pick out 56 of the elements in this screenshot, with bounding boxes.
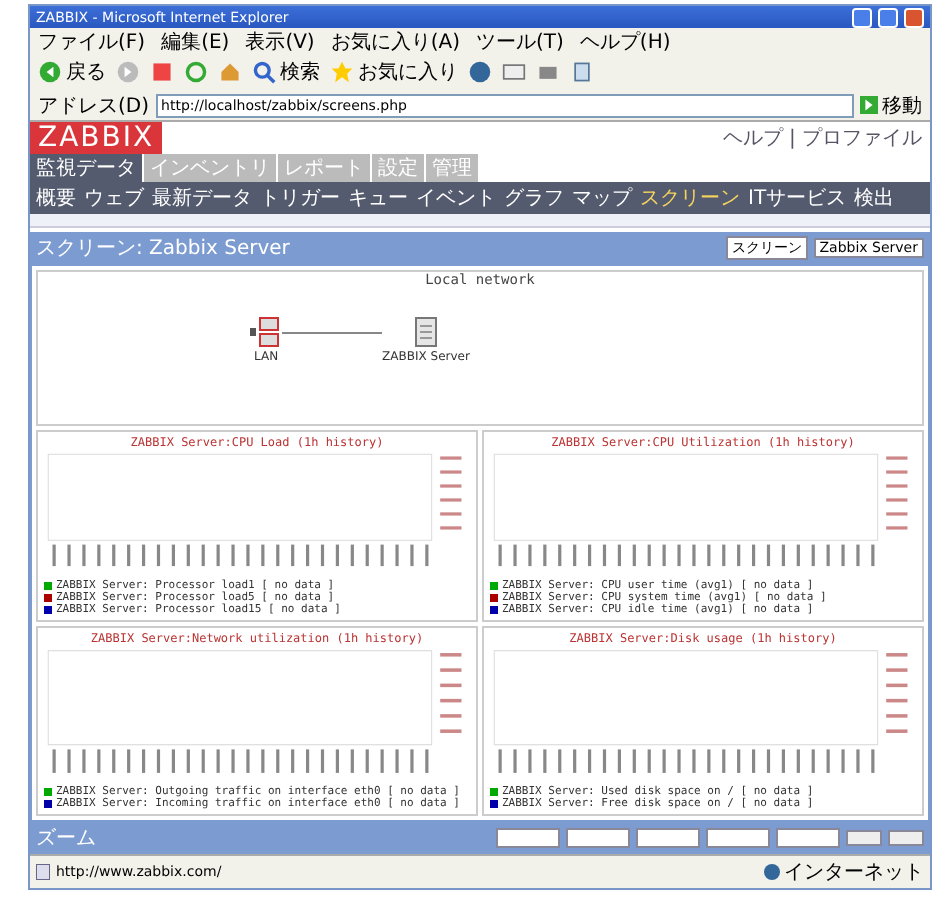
link-line [282, 331, 383, 333]
menu-item[interactable]: 編集(E) [161, 27, 230, 55]
screen-title: スクリーン: Zabbix Server [36, 236, 292, 262]
toolbar-button[interactable]: 検索 [252, 58, 320, 86]
edit-icon [570, 60, 594, 84]
nav-button[interactable] [846, 830, 882, 846]
toolbar-button[interactable] [184, 60, 208, 84]
select-field[interactable] [706, 828, 770, 848]
toolbar-button[interactable]: お気に入り [330, 58, 458, 86]
menu-item[interactable]: ヘルプ(H) [579, 27, 671, 55]
security-zone: インターネット [764, 858, 924, 886]
switch-icon [250, 316, 283, 348]
nav-button[interactable] [888, 830, 924, 846]
menu-tab[interactable]: 監視データ [30, 154, 142, 182]
maximize-button[interactable] [878, 7, 898, 27]
stop-icon [150, 60, 174, 84]
refresh-icon [184, 60, 208, 84]
home-icon [218, 60, 242, 84]
menu-item[interactable]: 表示(V) [245, 27, 315, 55]
submenu-item[interactable]: 最新データ [150, 184, 254, 212]
toolbar-button[interactable] [570, 60, 594, 84]
menu-item[interactable]: ツール(T) [476, 27, 564, 55]
toolbar-button[interactable] [150, 60, 174, 84]
submenu-item[interactable]: グラフ [502, 184, 566, 212]
address-label: アドレス(D) [38, 93, 150, 119]
zoom-label: ズーム [36, 826, 98, 852]
toolbar-button[interactable]: 戻る [38, 58, 106, 86]
go-button[interactable]: 移動 [860, 91, 922, 119]
submenu-item[interactable]: ITサービス [746, 184, 849, 212]
select-field[interactable] [496, 828, 560, 848]
submenu-item[interactable]: スクリーン [638, 184, 742, 212]
toolbar-button[interactable] [502, 60, 526, 84]
submenu-item[interactable]: キュー [346, 184, 410, 212]
back-icon [38, 60, 62, 84]
minimize-button[interactable] [852, 7, 872, 27]
select-field[interactable] [566, 828, 630, 848]
mail-icon [502, 60, 526, 84]
forward-icon [116, 60, 140, 84]
submenu-item[interactable]: 概要 [34, 184, 78, 212]
logo: ZABBIX [30, 122, 163, 154]
header-links[interactable]: ヘルプ | プロファイル [722, 124, 930, 152]
page-icon [36, 864, 50, 880]
submenu-item[interactable]: マップ [570, 184, 634, 212]
search-icon [252, 60, 276, 84]
submenu-item[interactable]: イベント [414, 184, 498, 212]
menu-item[interactable]: ファイル(F) [38, 27, 146, 55]
submenu-item[interactable]: トリガー [258, 184, 342, 212]
arrow-icon [860, 96, 878, 114]
select-field[interactable] [776, 828, 840, 848]
submenu-item[interactable]: ウェブ [82, 184, 146, 212]
select-field[interactable] [636, 828, 700, 848]
server-icon [413, 316, 438, 348]
close-button[interactable] [904, 7, 924, 27]
favorites-icon [330, 60, 354, 84]
submenu-item[interactable]: 検出 [852, 184, 897, 212]
menu-item[interactable]: お気に入り(A) [330, 27, 460, 55]
